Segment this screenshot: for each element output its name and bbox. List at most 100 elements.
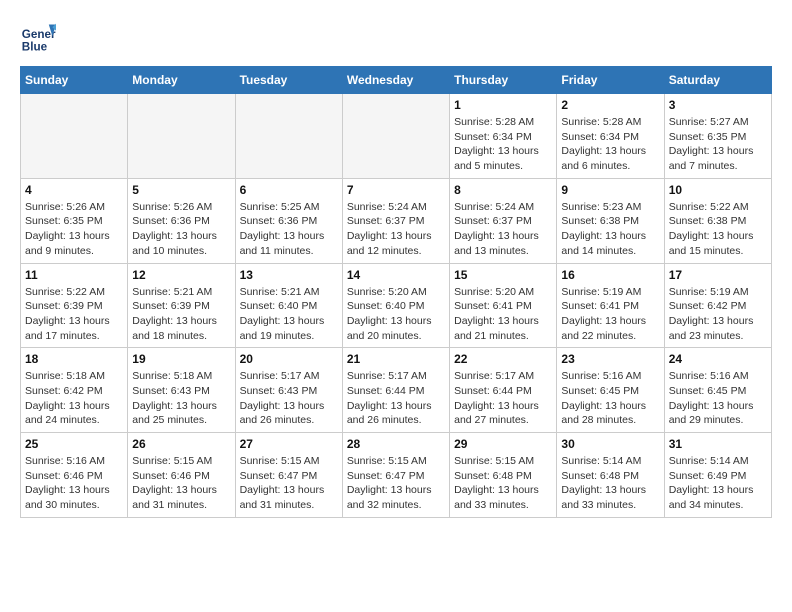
svg-text:Blue: Blue <box>22 41 48 54</box>
calendar-cell: 18 Sunrise: 5:18 AM Sunset: 6:42 PM Dayli… <box>21 348 128 433</box>
day-number: 17 <box>669 268 767 282</box>
day-info: Sunrise: 5:17 AM Sunset: 6:44 PM Dayligh… <box>454 369 552 428</box>
day-number: 26 <box>132 437 230 451</box>
calendar-day-header: Monday <box>128 67 235 94</box>
calendar-cell: 11 Sunrise: 5:22 AM Sunset: 6:39 PM Dayli… <box>21 263 128 348</box>
day-info: Sunrise: 5:15 AM Sunset: 6:47 PM Dayligh… <box>347 454 445 513</box>
calendar-day-header: Friday <box>557 67 664 94</box>
calendar-cell: 10Sunrise: 5:22 AM Sunset: 6:38 PM Dayli… <box>664 178 771 263</box>
day-number: 3 <box>669 98 767 112</box>
day-info: Sunrise: 5:27 AM Sunset: 6:35 PM Dayligh… <box>669 115 767 174</box>
calendar-cell: 12 Sunrise: 5:21 AM Sunset: 6:39 PM Dayli… <box>128 263 235 348</box>
day-number: 15 <box>454 268 552 282</box>
day-info: Sunrise: 5:26 AM Sunset: 6:36 PM Dayligh… <box>132 200 230 259</box>
day-number: 1 <box>454 98 552 112</box>
calendar-cell: 13 Sunrise: 5:21 AM Sunset: 6:40 PM Dayli… <box>235 263 342 348</box>
day-info: Sunrise: 5:22 AM Sunset: 6:39 PM Dayligh… <box>25 285 123 344</box>
day-info: Sunrise: 5:15 AM Sunset: 6:48 PM Dayligh… <box>454 454 552 513</box>
calendar-week-row: 18 Sunrise: 5:18 AM Sunset: 6:42 PM Dayli… <box>21 348 772 433</box>
day-info: Sunrise: 5:14 AM Sunset: 6:49 PM Dayligh… <box>669 454 767 513</box>
calendar-day-header: Saturday <box>664 67 771 94</box>
day-info: Sunrise: 5:16 AM Sunset: 6:46 PM Dayligh… <box>25 454 123 513</box>
calendar-day-header: Sunday <box>21 67 128 94</box>
calendar-cell: 30Sunrise: 5:14 AM Sunset: 6:48 PM Dayli… <box>557 433 664 518</box>
calendar-cell: 28 Sunrise: 5:15 AM Sunset: 6:47 PM Dayli… <box>342 433 449 518</box>
calendar-cell <box>342 94 449 179</box>
day-number: 22 <box>454 352 552 366</box>
day-number: 30 <box>561 437 659 451</box>
calendar-cell: 31 Sunrise: 5:14 AM Sunset: 6:49 PM Dayli… <box>664 433 771 518</box>
logo: General Blue <box>20 20 60 56</box>
calendar-week-row: 4 Sunrise: 5:26 AM Sunset: 6:35 PM Daylig… <box>21 178 772 263</box>
day-number: 27 <box>240 437 338 451</box>
day-number: 29 <box>454 437 552 451</box>
calendar-week-row: 11 Sunrise: 5:22 AM Sunset: 6:39 PM Dayli… <box>21 263 772 348</box>
calendar-cell: 7 Sunrise: 5:24 AM Sunset: 6:37 PM Daylig… <box>342 178 449 263</box>
calendar-cell: 2Sunrise: 5:28 AM Sunset: 6:34 PM Daylig… <box>557 94 664 179</box>
day-number: 31 <box>669 437 767 451</box>
day-info: Sunrise: 5:28 AM Sunset: 6:34 PM Dayligh… <box>561 115 659 174</box>
calendar-cell <box>128 94 235 179</box>
day-info: Sunrise: 5:19 AM Sunset: 6:42 PM Dayligh… <box>669 285 767 344</box>
day-number: 20 <box>240 352 338 366</box>
calendar-cell: 21 Sunrise: 5:17 AM Sunset: 6:44 PM Dayli… <box>342 348 449 433</box>
calendar-cell: 19 Sunrise: 5:18 AM Sunset: 6:43 PM Dayli… <box>128 348 235 433</box>
calendar-cell <box>235 94 342 179</box>
day-info: Sunrise: 5:15 AM Sunset: 6:47 PM Dayligh… <box>240 454 338 513</box>
calendar-week-row: 1 Sunrise: 5:28 AM Sunset: 6:34 PM Daylig… <box>21 94 772 179</box>
calendar-day-header: Wednesday <box>342 67 449 94</box>
calendar-cell: 9 Sunrise: 5:23 AM Sunset: 6:38 PM Daylig… <box>557 178 664 263</box>
calendar-cell: 6Sunrise: 5:25 AM Sunset: 6:36 PM Daylig… <box>235 178 342 263</box>
day-number: 28 <box>347 437 445 451</box>
day-number: 19 <box>132 352 230 366</box>
day-number: 23 <box>561 352 659 366</box>
logo-icon: General Blue <box>20 20 56 56</box>
day-info: Sunrise: 5:18 AM Sunset: 6:42 PM Dayligh… <box>25 369 123 428</box>
calendar-cell: 8 Sunrise: 5:24 AM Sunset: 6:37 PM Daylig… <box>450 178 557 263</box>
calendar-cell: 1 Sunrise: 5:28 AM Sunset: 6:34 PM Daylig… <box>450 94 557 179</box>
day-info: Sunrise: 5:24 AM Sunset: 6:37 PM Dayligh… <box>347 200 445 259</box>
day-number: 10 <box>669 183 767 197</box>
day-info: Sunrise: 5:18 AM Sunset: 6:43 PM Dayligh… <box>132 369 230 428</box>
day-info: Sunrise: 5:28 AM Sunset: 6:34 PM Dayligh… <box>454 115 552 174</box>
calendar-table: SundayMondayTuesdayWednesdayThursdayFrid… <box>20 66 772 518</box>
calendar-cell: 3 Sunrise: 5:27 AM Sunset: 6:35 PM Daylig… <box>664 94 771 179</box>
day-number: 5 <box>132 183 230 197</box>
day-info: Sunrise: 5:19 AM Sunset: 6:41 PM Dayligh… <box>561 285 659 344</box>
calendar-cell: 26 Sunrise: 5:15 AM Sunset: 6:46 PM Dayli… <box>128 433 235 518</box>
day-info: Sunrise: 5:25 AM Sunset: 6:36 PM Dayligh… <box>240 200 338 259</box>
calendar-cell: 16Sunrise: 5:19 AM Sunset: 6:41 PM Dayli… <box>557 263 664 348</box>
day-info: Sunrise: 5:17 AM Sunset: 6:43 PM Dayligh… <box>240 369 338 428</box>
day-info: Sunrise: 5:21 AM Sunset: 6:39 PM Dayligh… <box>132 285 230 344</box>
calendar-cell <box>21 94 128 179</box>
day-info: Sunrise: 5:16 AM Sunset: 6:45 PM Dayligh… <box>561 369 659 428</box>
day-number: 7 <box>347 183 445 197</box>
day-number: 12 <box>132 268 230 282</box>
day-number: 24 <box>669 352 767 366</box>
day-number: 21 <box>347 352 445 366</box>
day-number: 13 <box>240 268 338 282</box>
calendar-cell: 27 Sunrise: 5:15 AM Sunset: 6:47 PM Dayli… <box>235 433 342 518</box>
day-number: 8 <box>454 183 552 197</box>
day-number: 11 <box>25 268 123 282</box>
day-number: 4 <box>25 183 123 197</box>
calendar-header-row: SundayMondayTuesdayWednesdayThursdayFrid… <box>21 67 772 94</box>
calendar-cell: 24Sunrise: 5:16 AM Sunset: 6:45 PM Dayli… <box>664 348 771 433</box>
day-number: 18 <box>25 352 123 366</box>
calendar-day-header: Tuesday <box>235 67 342 94</box>
day-info: Sunrise: 5:21 AM Sunset: 6:40 PM Dayligh… <box>240 285 338 344</box>
day-number: 9 <box>561 183 659 197</box>
day-info: Sunrise: 5:15 AM Sunset: 6:46 PM Dayligh… <box>132 454 230 513</box>
day-info: Sunrise: 5:26 AM Sunset: 6:35 PM Dayligh… <box>25 200 123 259</box>
day-number: 14 <box>347 268 445 282</box>
calendar-cell: 23 Sunrise: 5:16 AM Sunset: 6:45 PM Dayli… <box>557 348 664 433</box>
day-info: Sunrise: 5:23 AM Sunset: 6:38 PM Dayligh… <box>561 200 659 259</box>
calendar-cell: 17 Sunrise: 5:19 AM Sunset: 6:42 PM Dayli… <box>664 263 771 348</box>
day-info: Sunrise: 5:17 AM Sunset: 6:44 PM Dayligh… <box>347 369 445 428</box>
calendar-cell: 15 Sunrise: 5:20 AM Sunset: 6:41 PM Dayli… <box>450 263 557 348</box>
calendar-day-header: Thursday <box>450 67 557 94</box>
calendar-cell: 22 Sunrise: 5:17 AM Sunset: 6:44 PM Dayli… <box>450 348 557 433</box>
day-info: Sunrise: 5:20 AM Sunset: 6:41 PM Dayligh… <box>454 285 552 344</box>
day-info: Sunrise: 5:24 AM Sunset: 6:37 PM Dayligh… <box>454 200 552 259</box>
page-header: General Blue <box>20 20 772 56</box>
